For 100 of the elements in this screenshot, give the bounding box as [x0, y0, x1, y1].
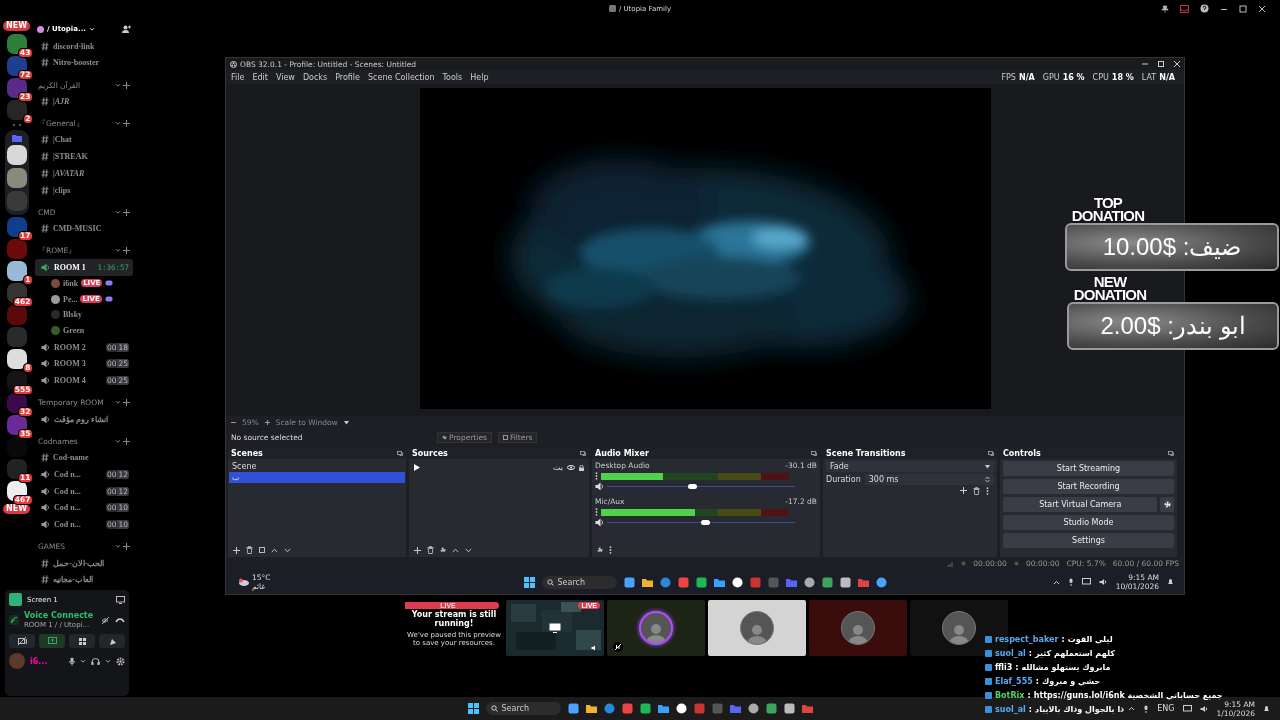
folder-icon[interactable] [857, 576, 869, 588]
channel-item[interactable]: Cod-name [35, 449, 133, 466]
chevron-up-icon[interactable] [1128, 706, 1136, 711]
channel-item[interactable]: العاب-مجانيه [35, 571, 133, 588]
app-icon[interactable] [623, 576, 635, 588]
channel-item[interactable]: |Chat [35, 131, 133, 149]
channel-item[interactable]: discord-link [35, 37, 133, 55]
microphone-icon[interactable] [1067, 578, 1074, 586]
folder-icon[interactable] [585, 703, 597, 714]
settings-icon[interactable] [597, 547, 603, 553]
eye-icon[interactable] [567, 465, 575, 470]
control-button[interactable]: Start Recording [1003, 479, 1174, 494]
language-indicator[interactable]: ENG [1157, 704, 1175, 713]
add-icon[interactable] [414, 546, 421, 554]
create-channel-icon[interactable] [123, 120, 130, 128]
app-icon[interactable] [783, 703, 795, 714]
participant-tile[interactable] [607, 600, 705, 656]
create-channel-icon[interactable] [123, 81, 130, 89]
source-name[interactable]: بث [552, 463, 563, 472]
duration-field[interactable]: 300 ms [864, 474, 994, 485]
float-icon[interactable] [988, 450, 994, 456]
app-icon[interactable] [695, 576, 707, 588]
settings-icon[interactable] [116, 656, 125, 666]
volume-icon[interactable] [1199, 704, 1209, 713]
help-icon[interactable] [1200, 4, 1209, 13]
add-icon[interactable] [233, 546, 240, 554]
close-button[interactable] [1174, 61, 1180, 67]
control-button[interactable]: Start Streaming [1003, 461, 1174, 476]
folder-icon[interactable] [657, 703, 669, 714]
member-name[interactable]: Green [63, 326, 85, 336]
menu-item[interactable]: Docks [302, 72, 328, 82]
menu-item[interactable]: Scene Collection [368, 72, 435, 82]
trash-icon[interactable] [973, 487, 980, 495]
float-icon[interactable] [397, 450, 403, 456]
channel-item[interactable]: |STREAK [35, 148, 133, 166]
server-icon[interactable] [6, 349, 27, 369]
trash-icon[interactable] [246, 546, 253, 554]
microphone-icon[interactable] [1143, 704, 1150, 713]
inbox-icon[interactable] [1180, 4, 1189, 13]
windows-icon[interactable] [523, 576, 535, 588]
settings-icon[interactable] [440, 547, 446, 553]
notification-icon[interactable] [1167, 578, 1174, 586]
app-icon[interactable] [639, 703, 651, 714]
square-icon[interactable] [693, 703, 705, 714]
square-icon[interactable] [677, 576, 689, 588]
server-icon[interactable] [6, 261, 27, 281]
search-field[interactable]: Search [485, 702, 561, 715]
menu-item[interactable]: Edit [252, 72, 268, 82]
float-icon[interactable] [811, 450, 817, 456]
windows-icon[interactable] [467, 703, 479, 714]
member-name[interactable]: Blsky [63, 310, 83, 320]
play-icon[interactable] [414, 464, 420, 471]
channel-item[interactable]: |AJR [35, 93, 133, 110]
circle-icon[interactable] [731, 576, 743, 588]
channel-item[interactable]: |AVATAR [35, 165, 133, 182]
maximize-button[interactable] [1158, 61, 1164, 67]
channel-item[interactable]: Nitro-booster [35, 54, 133, 72]
app-icon[interactable] [567, 703, 579, 714]
search-field[interactable]: Search [541, 575, 617, 589]
circle-icon[interactable] [747, 703, 759, 714]
volume-slider[interactable] [607, 520, 795, 525]
square-icon[interactable] [621, 703, 633, 714]
pin-icon[interactable] [1161, 4, 1169, 13]
slider-thumb[interactable] [700, 520, 710, 525]
member-name[interactable]: i6nk [63, 278, 79, 288]
volume-icon[interactable] [1098, 578, 1108, 586]
microphone-icon[interactable] [69, 656, 75, 666]
camera-off-button[interactable] [9, 634, 35, 648]
close-button[interactable] [1258, 4, 1266, 13]
caret-icon[interactable] [343, 420, 349, 425]
app-icon[interactable] [839, 576, 851, 588]
slider-thumb[interactable] [687, 484, 697, 489]
control-button[interactable]: Studio Mode [1003, 515, 1174, 530]
square-icon[interactable] [821, 576, 833, 588]
monitor-icon[interactable] [1182, 704, 1192, 713]
control-button[interactable]: Start Virtual Camera [1003, 497, 1158, 512]
chevron-up-icon[interactable] [1052, 579, 1060, 585]
voice-channel[interactable]: انشاء روم مؤقت [35, 410, 133, 428]
more-icon[interactable] [595, 508, 598, 516]
volume-slider[interactable] [607, 484, 795, 489]
zoom-in-icon[interactable] [264, 420, 270, 425]
participant-tile[interactable] [809, 600, 907, 656]
menu-item[interactable]: View [275, 72, 295, 82]
participant-tile[interactable] [708, 600, 806, 656]
virtual-camera-settings-button[interactable] [1160, 497, 1174, 512]
create-channel-icon[interactable] [123, 399, 130, 407]
disconnect-icon[interactable] [115, 617, 125, 623]
circle-icon[interactable] [875, 576, 887, 588]
scene-item[interactable]: Scene [229, 461, 405, 472]
channel-item[interactable]: |clips [35, 181, 133, 199]
server-icon[interactable] [6, 145, 27, 165]
screen-share-button[interactable] [39, 634, 65, 648]
add-icon[interactable] [960, 487, 967, 494]
scene-item[interactable]: ب [229, 472, 405, 483]
folder-icon[interactable] [713, 576, 725, 588]
notification-icon[interactable] [1263, 704, 1270, 713]
create-channel-icon[interactable] [123, 208, 130, 216]
menu-item[interactable]: File [231, 72, 245, 82]
monitor-icon[interactable] [1081, 578, 1091, 586]
menu-item[interactable]: Tools [442, 72, 463, 82]
